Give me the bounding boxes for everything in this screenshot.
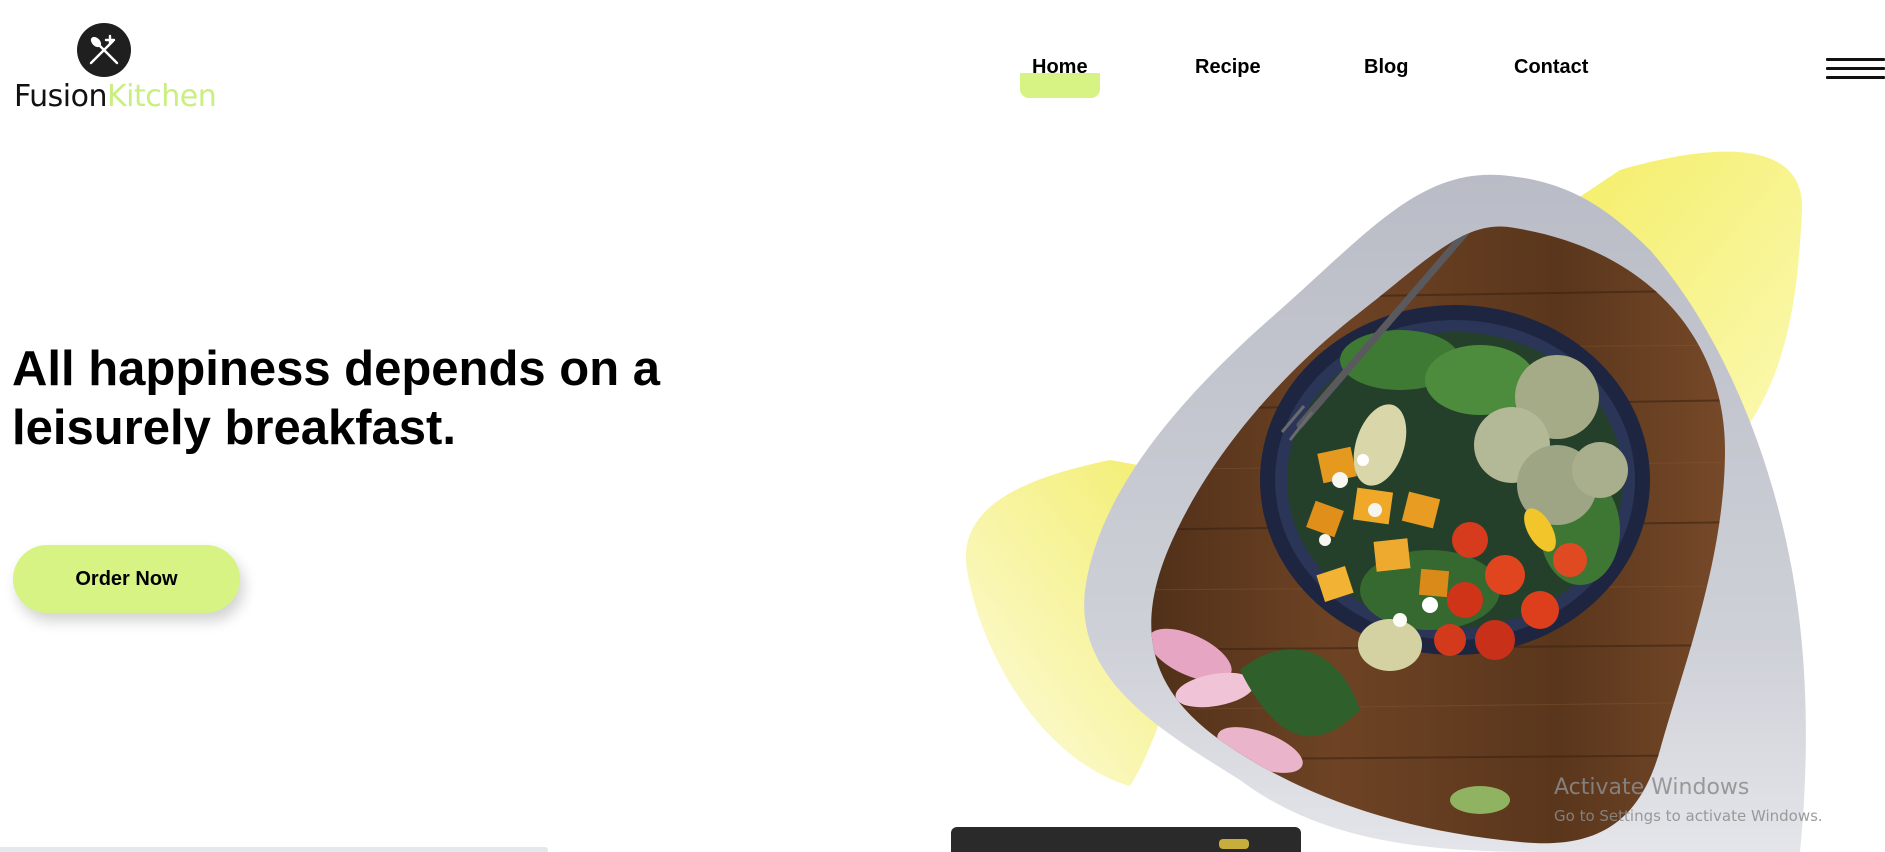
- nav-item-home-label: Home: [1032, 56, 1088, 78]
- bottom-divider: [0, 847, 548, 852]
- main-nav: Home Recipe Blog Contact: [1000, 56, 1620, 104]
- watermark-title: Activate Windows: [1554, 775, 1750, 800]
- hamburger-menu-icon[interactable]: [1826, 58, 1885, 80]
- nav-item-recipe[interactable]: Recipe: [1195, 56, 1261, 79]
- nav-item-home[interactable]: Home: [1020, 56, 1100, 98]
- hero-title: All happiness depends on a leisurely bre…: [12, 340, 752, 458]
- windows-activation-watermark: Activate Windows Go to Settings to activ…: [1554, 773, 1874, 827]
- nav-item-blog[interactable]: Blog: [1364, 56, 1408, 79]
- brand-wordmark: FusionKitchen: [14, 79, 217, 114]
- order-now-button[interactable]: Order Now: [13, 545, 240, 613]
- hero-title-line2: leisurely breakfast.: [12, 401, 456, 455]
- hero-title-line1: All happiness depends on a: [12, 342, 661, 396]
- hero-food-image: [965, 151, 1806, 852]
- crossed-fork-knife-icon: [77, 23, 131, 77]
- next-section-image-card: [951, 827, 1301, 852]
- hero-illustration: [960, 150, 1885, 852]
- nav-item-blog-label: Blog: [1364, 56, 1409, 78]
- brand-logo[interactable]: FusionKitchen: [14, 22, 217, 114]
- nav-item-contact[interactable]: Contact: [1514, 56, 1588, 79]
- nav-item-recipe-label: Recipe: [1195, 56, 1261, 78]
- nav-item-contact-label: Contact: [1514, 56, 1589, 78]
- brand-name-part1: Fusion: [14, 79, 107, 114]
- brand-name-part2: Kitchen: [106, 79, 217, 114]
- watermark-subtitle: Go to Settings to activate Windows.: [1554, 807, 1823, 825]
